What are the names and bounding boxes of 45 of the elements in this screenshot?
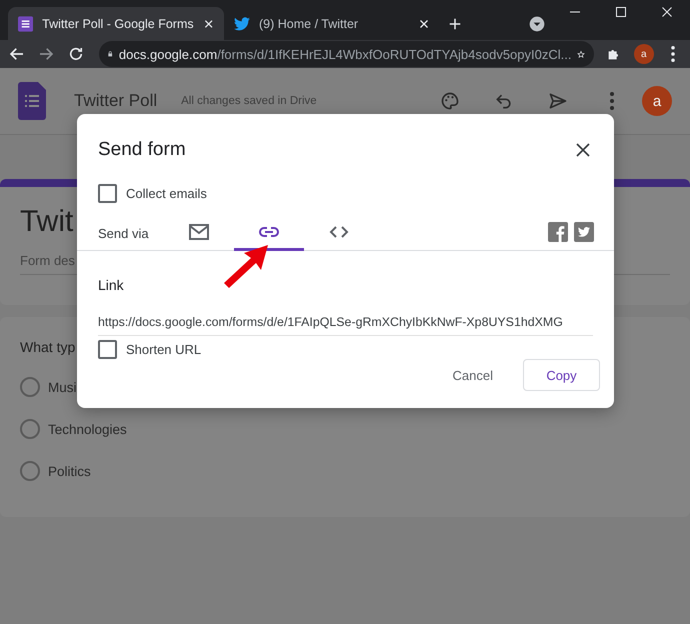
close-icon [418,18,430,30]
facebook-icon [548,222,568,242]
palette-icon [440,91,460,111]
forms-logo-icon [18,82,46,120]
radio-button[interactable] [20,377,40,397]
checkbox[interactable] [98,184,117,203]
link-heading: Link [98,277,125,293]
form-name: Twitter Poll [74,91,158,111]
link-field[interactable]: https://docs.google.com/forms/d/e/1FAIpQLSe-gRmXChyIbKkNwF-Xp8UYS1hdXMG [98,313,593,336]
close-icon [575,142,591,158]
cancel-button[interactable]: Cancel [446,366,499,384]
link-icon [258,226,280,238]
form-title: Twit [20,205,74,239]
browser-tab[interactable]: Twitter Poll - Google Forms [8,7,224,40]
bird-icon [234,16,250,30]
bird-icon [574,222,594,242]
copy-button[interactable]: Copy [523,359,600,391]
close-icon [202,18,214,30]
dropdown-icon [529,16,545,32]
option-label: Politics [48,464,91,478]
checkbox[interactable] [98,340,117,359]
maximize-icon [615,6,627,18]
option-label: Technologies [48,422,127,436]
more-vertical-icon [671,46,676,62]
plus-icon [448,16,462,30]
profile-avatar[interactable]: a [634,44,654,64]
radio-button[interactable] [20,461,40,481]
radio-button[interactable] [20,419,40,439]
save-status: All changes saved in Drive [181,95,318,107]
code-icon [329,225,349,239]
address-bar[interactable]: docs.google.com/forms/d/1IfKEHrEJL4WbxfOoRUTOdTYAjb4sodv5opyI0zCl... [98,41,594,67]
send-via-label: Send via [98,226,150,241]
checkbox-label: Collect emails [126,186,207,201]
dialog-title: Send form [98,139,186,161]
checkbox-label: Shorten URL [126,342,202,357]
pointer-arrow-icon [222,243,270,289]
close-icon [661,6,673,18]
send-icon [548,91,568,111]
question-text: What typ [20,339,76,355]
browser-tab[interactable]: (9) Home / Twitter [224,7,440,40]
account-avatar[interactable]: a [642,86,672,116]
more-vertical-icon [610,92,614,110]
forms-icon [18,16,34,32]
mail-icon [189,224,209,240]
option-label: Musi [48,380,77,394]
